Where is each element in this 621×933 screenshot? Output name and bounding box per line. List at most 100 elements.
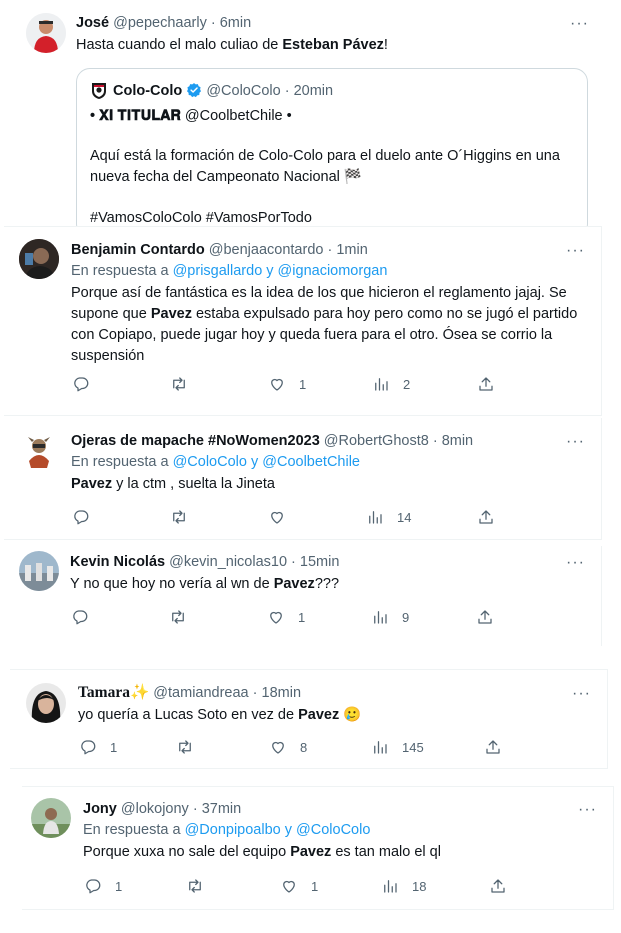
timestamp[interactable]: 6min xyxy=(220,15,251,31)
reply-prefix: En respuesta a xyxy=(71,263,173,279)
reply-button[interactable] xyxy=(72,375,103,393)
like-button[interactable]: 1 xyxy=(268,375,306,393)
handle[interactable]: @RobertGhost8 xyxy=(324,433,429,449)
share-button[interactable] xyxy=(477,508,495,526)
timestamp[interactable]: 20min xyxy=(294,83,334,99)
like-count: 1 xyxy=(299,376,307,392)
views-button[interactable]: 145 xyxy=(371,738,424,756)
heart-icon xyxy=(270,611,282,624)
dot-separator: · xyxy=(248,685,262,701)
reply-button[interactable] xyxy=(72,508,103,526)
like-button[interactable]: 1 xyxy=(267,608,305,626)
avatar[interactable] xyxy=(26,13,66,53)
reply-mentions[interactable]: @Donpipoalbo y @ColoColo xyxy=(185,822,371,838)
display-name[interactable]: Colo-Colo xyxy=(113,83,182,99)
avatar[interactable] xyxy=(19,431,59,471)
action-bar: 1 9 xyxy=(71,608,511,628)
heart-icon xyxy=(271,511,283,524)
share-button[interactable] xyxy=(477,375,495,393)
lineup-title: • 𝐗𝐈 𝐓𝐈𝐓𝐔𝐋𝐀𝐑 xyxy=(90,108,181,124)
reply-icon xyxy=(86,879,101,894)
like-button[interactable]: 8 xyxy=(269,738,307,756)
display-name[interactable]: Benjamin Contardo xyxy=(71,242,205,258)
analytics-icon xyxy=(374,611,387,624)
quote-text-line2: Aquí está la formación de Colo-Colo para… xyxy=(90,148,560,185)
more-options-icon[interactable]: ··· xyxy=(572,686,591,702)
avatar[interactable] xyxy=(19,551,59,591)
display-name[interactable]: Ojeras de mapache #NoWomen2023 xyxy=(71,433,320,449)
text-part: es tan malo el ql xyxy=(331,844,441,860)
quoted-tweet[interactable]: Colo-Colo @ColoColo · 20min • 𝐗𝐈 𝐓𝐈𝐓𝐔𝐋𝐀𝐑… xyxy=(76,68,588,238)
tweet-card[interactable]: Benjamin Contardo @benjaacontardo · 1min… xyxy=(4,226,602,416)
avatar[interactable] xyxy=(26,683,66,723)
like-count: 8 xyxy=(300,739,308,755)
reply-mentions[interactable]: @prisgallardo y @ignaciomorgan xyxy=(173,263,388,279)
reply-button[interactable]: 1 xyxy=(84,877,122,895)
verified-badge-icon xyxy=(187,83,202,98)
tweet-card[interactable]: José @pepechaarly · 6min ··· Hasta cuand… xyxy=(0,0,621,238)
avatar[interactable] xyxy=(19,239,59,279)
more-options-icon[interactable]: ··· xyxy=(578,802,597,818)
retweet-button[interactable] xyxy=(176,738,207,756)
analytics-icon xyxy=(384,880,397,893)
heart-icon xyxy=(283,880,295,893)
views-button[interactable]: 9 xyxy=(371,608,409,626)
share-button[interactable] xyxy=(484,738,502,756)
handle[interactable]: @tamiandreaa xyxy=(153,685,248,701)
retweet-button[interactable] xyxy=(170,508,201,526)
timestamp[interactable]: 8min xyxy=(442,433,473,449)
more-options-icon[interactable]: ··· xyxy=(566,243,585,259)
tweet-card[interactable]: Jony @lokojony · 37min ··· En respuesta … xyxy=(22,786,614,910)
like-button[interactable]: 1 xyxy=(280,877,318,895)
tweet-text: yo quería a Lucas Soto en vez de Pavez 🥲 xyxy=(78,705,598,726)
handle[interactable]: @lokojony xyxy=(121,801,189,817)
display-name[interactable]: José xyxy=(76,15,109,31)
views-button[interactable]: 18 xyxy=(381,877,426,895)
share-icon xyxy=(479,377,493,391)
share-button[interactable] xyxy=(489,877,507,895)
more-options-icon[interactable]: ··· xyxy=(566,555,585,571)
more-options-icon[interactable]: ··· xyxy=(566,434,585,450)
handle[interactable]: @ColoColo xyxy=(206,83,280,99)
reply-prefix: En respuesta a xyxy=(83,822,185,838)
retweet-button[interactable] xyxy=(170,375,201,393)
views-button[interactable]: 14 xyxy=(366,508,411,526)
handle[interactable]: @pepechaarly xyxy=(113,15,207,31)
timestamp[interactable]: 37min xyxy=(202,801,242,817)
heart-icon xyxy=(272,741,284,754)
timestamp[interactable]: 15min xyxy=(300,554,340,570)
timestamp[interactable]: 18min xyxy=(262,685,302,701)
tweet-card[interactable]: Kevin Nicolás @kevin_nicolas10 · 15min ·… xyxy=(4,546,602,646)
display-name[interactable]: Tamara✨ xyxy=(78,684,149,701)
handle[interactable]: @kevin_nicolas10 xyxy=(169,554,287,570)
heart-icon xyxy=(271,378,283,391)
like-button[interactable] xyxy=(268,508,299,526)
text-highlight: Pavez xyxy=(290,844,332,860)
display-name[interactable]: Kevin Nicolás xyxy=(70,554,165,570)
retweet-button[interactable] xyxy=(186,877,217,895)
text-part: yo quería a Lucas Soto en vez de xyxy=(78,707,299,723)
view-count: 9 xyxy=(402,609,410,625)
timestamp[interactable]: 1min xyxy=(336,242,367,258)
tweet-card[interactable]: Tamara✨ @tamiandreaa · 18min ··· yo quer… xyxy=(10,669,608,769)
reply-button[interactable] xyxy=(71,608,102,626)
text-highlight: Pavez xyxy=(298,707,340,723)
tweet-header: Tamara✨ @tamiandreaa · 18min xyxy=(78,684,301,702)
tweet-header: José @pepechaarly · 6min xyxy=(76,14,251,32)
view-count: 18 xyxy=(412,878,427,894)
action-bar: 1 8 145 xyxy=(79,738,519,758)
handle[interactable]: @benjaacontardo xyxy=(209,242,324,258)
more-options-icon[interactable]: ··· xyxy=(570,16,589,32)
reply-context: En respuesta a @prisgallardo y @ignaciom… xyxy=(71,263,387,279)
reply-button[interactable]: 1 xyxy=(79,738,117,756)
like-count: 1 xyxy=(298,609,306,625)
share-button[interactable] xyxy=(476,608,494,626)
retweet-button[interactable] xyxy=(169,608,200,626)
text-highlight: Pavez xyxy=(71,476,113,492)
views-button[interactable]: 2 xyxy=(372,375,410,393)
avatar[interactable] xyxy=(31,798,71,838)
avatar-image xyxy=(31,798,71,838)
tweet-card[interactable]: Ojeras de mapache #NoWomen2023 @RobertGh… xyxy=(4,418,602,540)
reply-mentions[interactable]: @ColoColo y @CoolbetChile xyxy=(173,454,360,470)
display-name[interactable]: Jony xyxy=(83,801,117,817)
